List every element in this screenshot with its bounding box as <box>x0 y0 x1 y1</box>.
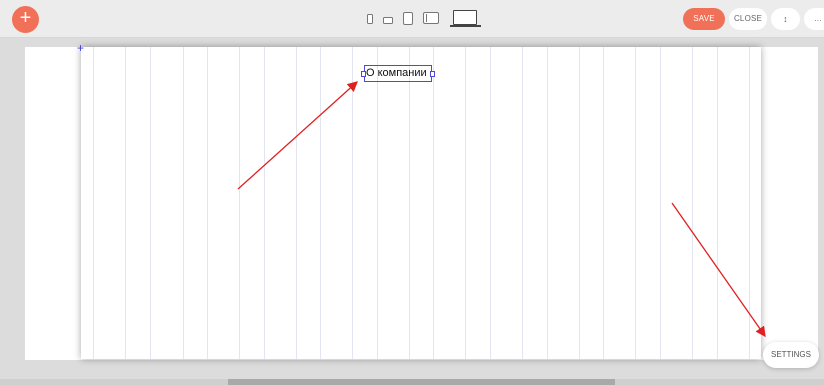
annotation-arrow-2 <box>671 202 766 338</box>
annotation-arrow-1 <box>237 81 358 190</box>
horizontal-scrollbar[interactable] <box>0 379 824 385</box>
annotation-arrows <box>237 81 766 338</box>
scrollbar-thumb[interactable] <box>228 379 615 385</box>
settings-button[interactable]: SETTINGS <box>763 342 819 368</box>
